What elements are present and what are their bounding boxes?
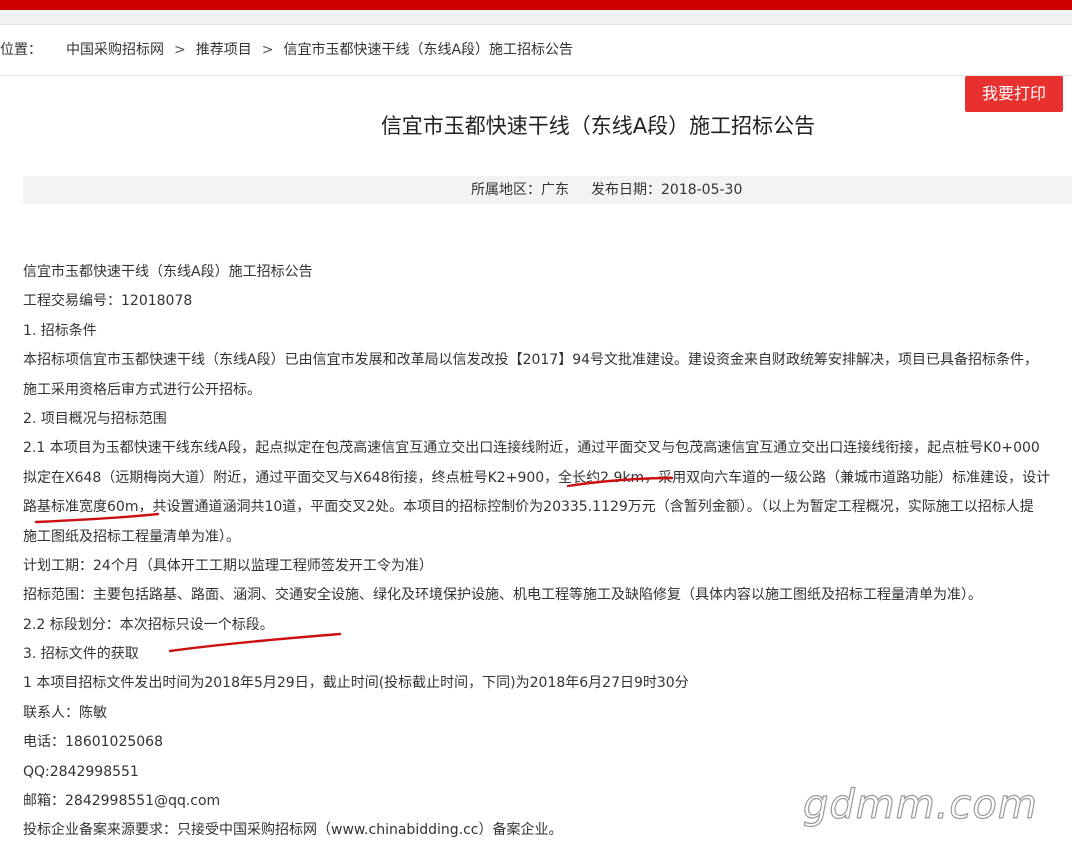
content-line: 2. 项目概况与招标范围 — [23, 410, 167, 427]
content-line: 联系人：陈敏 — [23, 704, 107, 721]
content-line: 2.1 本项目为玉都快速干线东线A段，起点拟定在包茂高速信宜互通立交出口连接线附… — [23, 440, 1040, 457]
content-line: 本招标项信宜市玉都快速干线（东线A段）已由信宜市发展和改革局以信发改投【2017… — [23, 352, 1039, 369]
breadcrumb-recommended-link[interactable]: 推荐项目 — [196, 25, 252, 75]
publish-date: 发布日期：2018-05-30 — [591, 182, 743, 198]
content-line: 1 本项目招标文件发出时间为2018年5月29日，截止时间(投标截止时间，下同)… — [23, 675, 689, 692]
content-line: 施工图纸及招标工程量清单为准）。 — [23, 528, 240, 545]
top-red-bar — [0, 0, 1072, 10]
content-line: 施工采用资格后审方式进行公开招标。 — [23, 381, 261, 398]
breadcrumb-prefix: 位置： — [0, 42, 42, 58]
content-line: 信宜市玉都快速干线（东线A段）施工招标公告 — [23, 264, 313, 280]
article-content: 信宜市玉都快速干线（东线A段）施工招标公告 工程交易编号：12018078 1.… — [23, 258, 1072, 846]
article-meta-bar: 所属地区：广东 发布日期：2018-05-30 — [23, 176, 1072, 204]
content-line: 3. 招标文件的获取 — [23, 646, 139, 663]
breadcrumb-separator: > — [261, 42, 274, 58]
breadcrumb: 位置： 中国采购招标网 > 推荐项目 > 信宜市玉都快速干线（东线A段）施工招标公告 — [0, 24, 1072, 76]
watermark: gdmm.com — [802, 781, 1038, 828]
page: 位置： 中国采购招标网 > 推荐项目 > 信宜市玉都快速干线（东线A段）施工招标公告 我要… — [0, 0, 1072, 865]
content-line: 招标范围：主要包括路基、路面、涵洞、交通安全设施、绿化及环境保护设施、机电工程等… — [23, 587, 982, 604]
print-button[interactable]: 我要打印 — [965, 76, 1063, 112]
top-gap — [0, 10, 1072, 24]
article-title: 信宜市玉都快速干线（东线A段）施工招标公告 — [380, 114, 816, 138]
content-line: 拟定在X648（远期梅岗大道）附近，通过平面交叉与X648衔接，终点桩号K2+9… — [23, 469, 1051, 486]
region-label: 所属地区：广东 — [471, 182, 569, 198]
content-line: 工程交易编号：12018078 — [23, 293, 193, 310]
breadcrumb-current-page[interactable]: 信宜市玉都快速干线（东线A段）施工招标公告 — [283, 25, 573, 75]
content-line: 1. 招标条件 — [23, 322, 97, 339]
content-line: 路基标准宽度60m，共设置通道涵洞共10道，平面交叉2处。本项目的招标控制价为2… — [23, 499, 1034, 516]
breadcrumb-separator: > — [174, 42, 186, 58]
content-line: 2.2 标段划分：本次招标只设一个标段。 — [23, 616, 274, 633]
content-line: 电话：18601025068 — [23, 734, 163, 751]
content-line: 计划工期：24个月（具体开工工期以监理工程师签发开工令为准） — [23, 557, 433, 574]
breadcrumb-home-link[interactable]: 中国采购招标网 — [66, 25, 164, 75]
